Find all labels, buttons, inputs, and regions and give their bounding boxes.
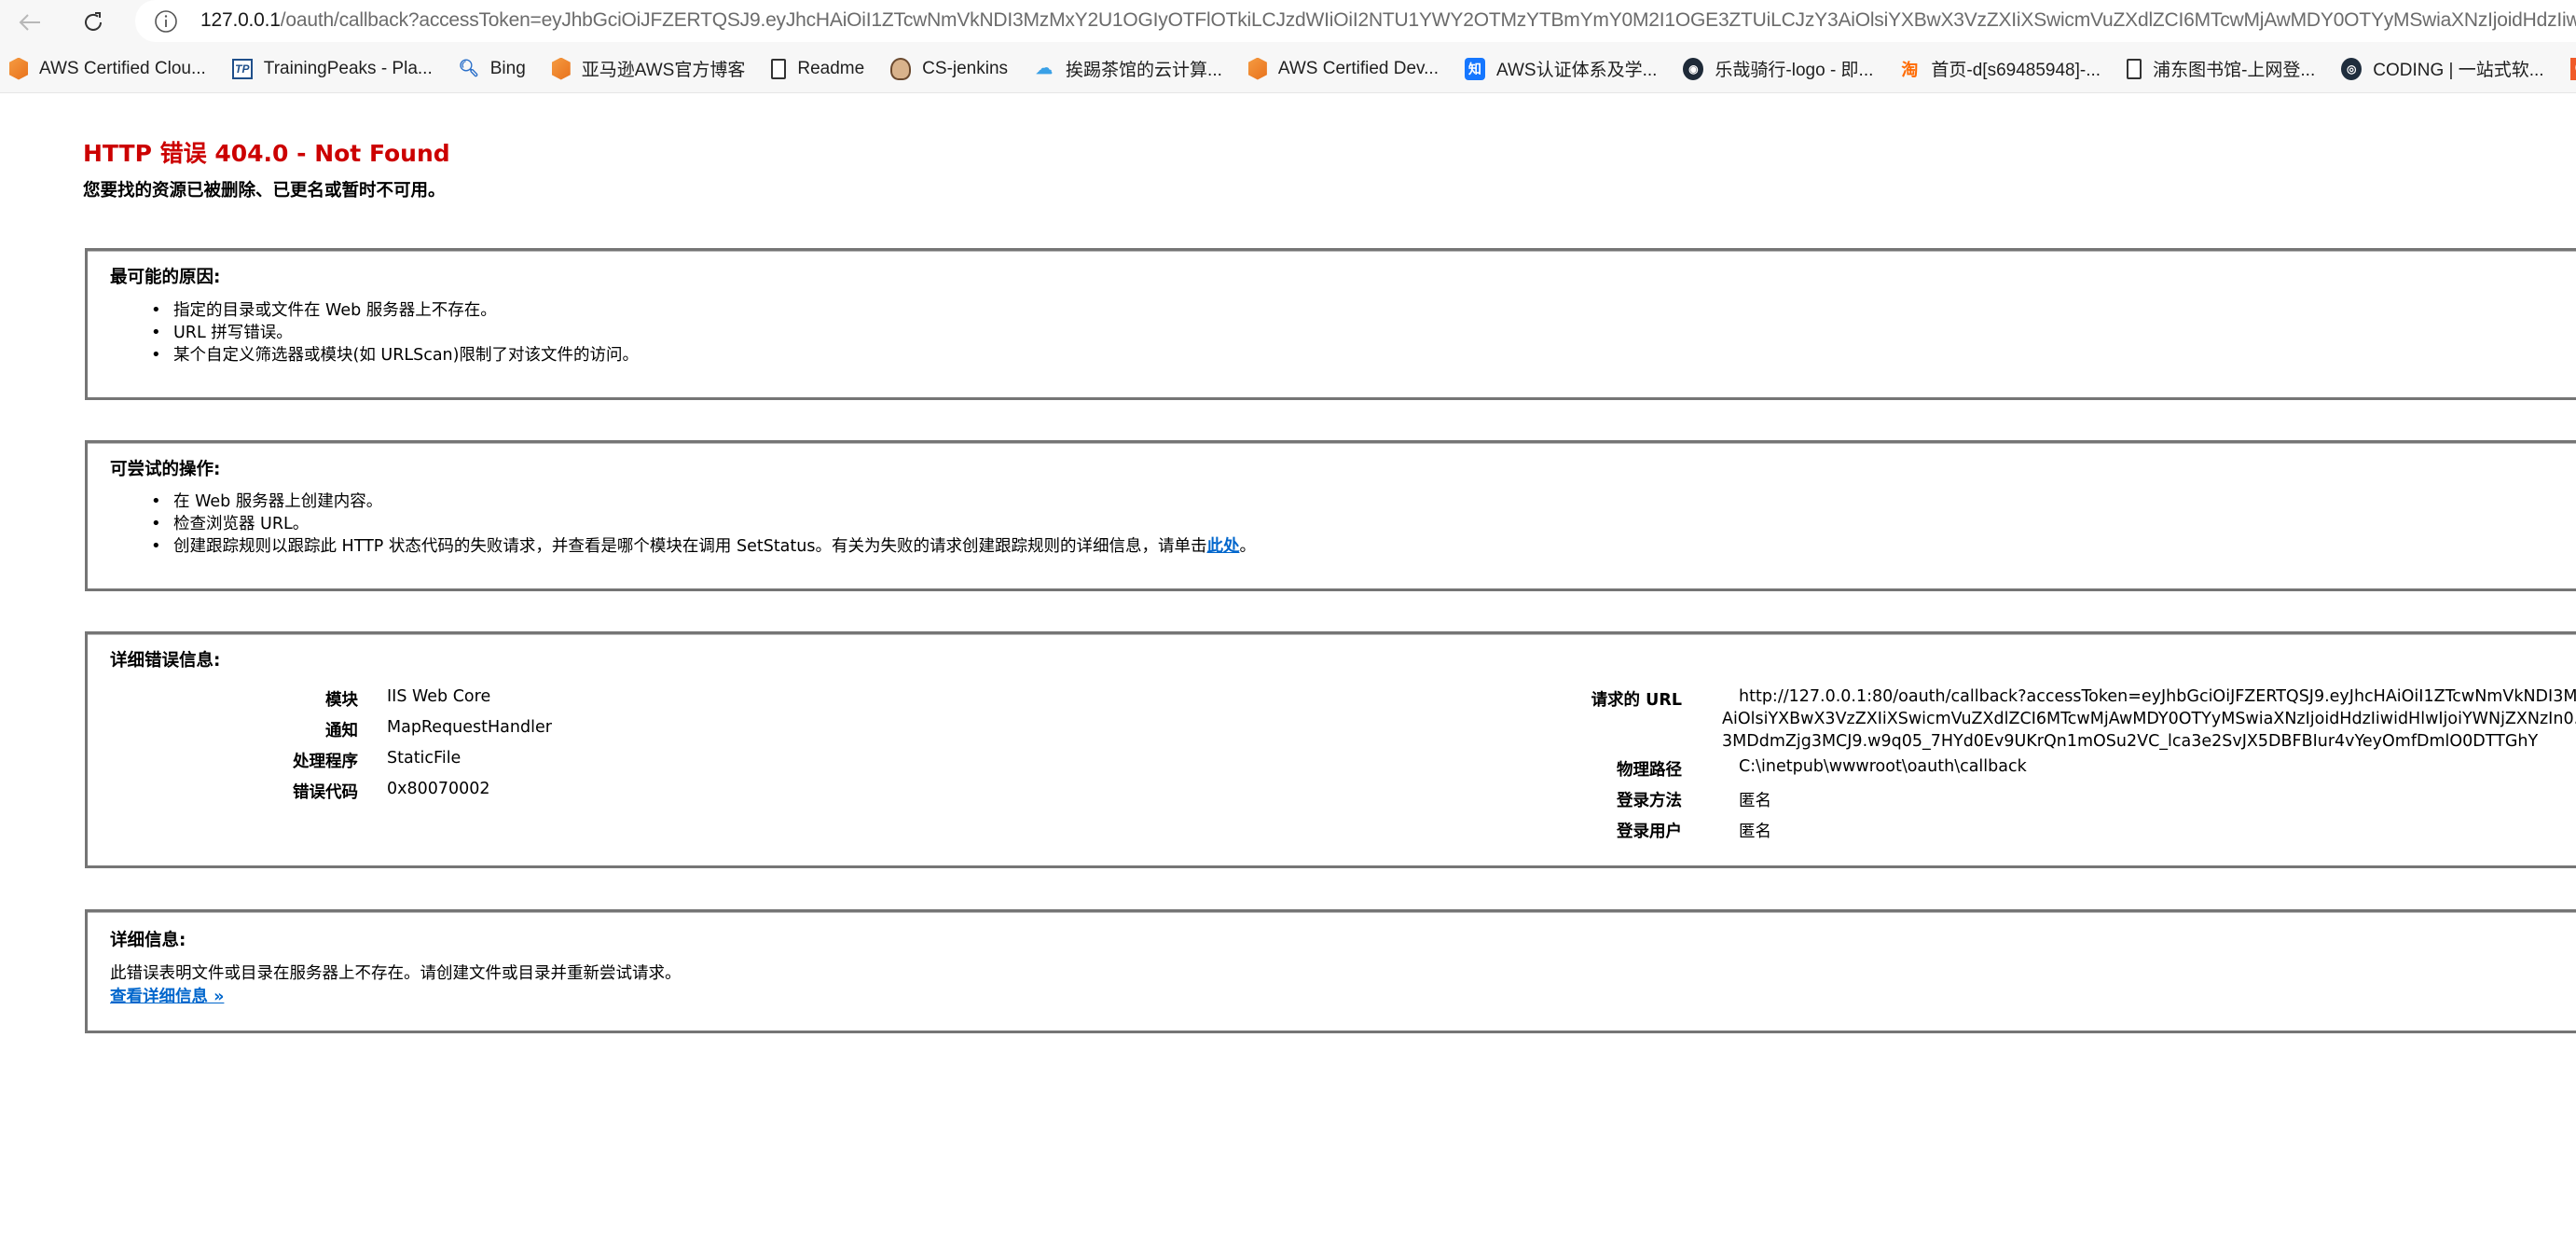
taobao-icon: 淘 bbox=[1901, 60, 1919, 79]
bookmark-cloud-teahouse[interactable]: ☁ 挨踢茶馆的云计算... bbox=[1034, 56, 1222, 81]
view-more-info-link[interactable]: 查看详细信息 » bbox=[110, 984, 224, 1007]
list-item: 某个自定义筛选器或模块(如 URLScan)限制了对该文件的访问。 bbox=[151, 344, 639, 367]
bookmark-label: 乐哉骑行-logo - 即... bbox=[1715, 61, 1874, 80]
actions-list: 在 Web 服务器上创建内容。 检查浏览器 URL。 创建跟踪规则以跟踪此 HT… bbox=[151, 491, 1256, 558]
bookmark-label: 亚马逊AWS官方博客 bbox=[581, 61, 746, 80]
list-item: 指定的目录或文件在 Web 服务器上不存在。 bbox=[151, 299, 639, 322]
back-button[interactable] bbox=[11, 4, 48, 41]
detail-label: 物理路径 bbox=[1617, 761, 1682, 780]
detail-label: 错误代码 bbox=[293, 783, 358, 802]
bing-search-icon: 🔍︎ bbox=[458, 59, 480, 77]
error-details-box: 详细错误信息: 模块 IIS Web Core 通知 MapRequestHan… bbox=[85, 631, 2576, 868]
detail-label: 登录方法 bbox=[1617, 792, 1682, 810]
detail-value: 匿名 bbox=[1739, 823, 1771, 841]
error-details-heading: 详细错误信息: bbox=[110, 651, 221, 671]
bookmark-cs-jenkins[interactable]: CS-jenkins bbox=[890, 57, 1009, 80]
bookmark-aws-blog[interactable]: 亚马逊AWS官方博客 bbox=[551, 56, 746, 81]
url-path: /oauth/callback?accessToken=eyJhbGciOiJF… bbox=[280, 9, 2576, 31]
more-info-text: 此错误表明文件或目录在服务器上不存在。请创建文件或目录并重新尝试请求。 bbox=[110, 964, 682, 983]
bookmark-pudong-library[interactable]: 浦东图书馆-上网登... bbox=[2127, 56, 2315, 81]
causes-heading: 最可能的原因: bbox=[110, 268, 221, 287]
bookmark-trainingpeaks[interactable]: TP TrainingPeaks - Pla... bbox=[231, 58, 433, 79]
detail-value: IIS Web Core bbox=[387, 687, 491, 706]
bookmark-label: 浦东图书馆-上网登... bbox=[2153, 61, 2316, 80]
bookmark-label: 挨踢茶馆的云计算... bbox=[1066, 61, 1222, 80]
bookmark-label: AWS Certified Clou... bbox=[39, 58, 206, 78]
reload-icon bbox=[85, 12, 102, 31]
detail-label: 请求的 URL bbox=[1591, 691, 1682, 710]
page-subtitle: 您要找的资源已被删除、已更名或暂时不可用。 bbox=[83, 181, 446, 201]
causes-list: 指定的目录或文件在 Web 服务器上不存在。 URL 拼写错误。 某个自定义筛选… bbox=[151, 299, 639, 367]
bookmark-aws-certified-dev[interactable]: AWS Certified Dev... bbox=[1247, 57, 1439, 80]
document-icon bbox=[771, 58, 787, 79]
bookmark-aws-cert-system[interactable]: 知 AWS认证体系及学... bbox=[1465, 56, 1657, 81]
bookmark-readme[interactable]: Readme bbox=[771, 58, 865, 79]
document-icon bbox=[2127, 58, 2142, 79]
detail-label: 通知 bbox=[325, 722, 358, 740]
bookmark-label: CODING | 一站式软... bbox=[2373, 61, 2544, 80]
url-text[interactable]: 127.0.0.1/oauth/callback?accessToken=eyJ… bbox=[200, 9, 2576, 32]
bookmark-taobao-home[interactable]: 淘首页-d[s69485948]-... bbox=[1899, 56, 2101, 81]
bookmark-label: Bing bbox=[489, 58, 526, 78]
page-title: HTTP 错误 404.0 - Not Found bbox=[83, 140, 450, 167]
bookmark-label: 首页-d[s69485948]-... bbox=[1931, 61, 2101, 80]
site-info-icon[interactable] bbox=[154, 9, 178, 34]
detail-value: StaticFile bbox=[387, 749, 461, 768]
bookmark-coding[interactable]: ◎ CODING | 一站式软... bbox=[2341, 56, 2544, 81]
detail-label: 处理程序 bbox=[293, 753, 358, 771]
list-item: 检查浏览器 URL。 bbox=[151, 513, 1256, 535]
detail-value: C:\inetpub\wwwroot\oauth\callback bbox=[1739, 757, 2027, 776]
more-info-box: 详细信息: 此错误表明文件或目录在服务器上不存在。请创建文件或目录并重新尝试请求… bbox=[85, 909, 2576, 1033]
trace-rule-end: 。 bbox=[1239, 537, 1256, 556]
trainingpeaks-icon: TP bbox=[231, 58, 253, 79]
csdn-icon: C bbox=[2569, 57, 2576, 80]
detail-value: 匿名 bbox=[1739, 792, 1771, 810]
bookmark-label: AWS Certified Dev... bbox=[1277, 58, 1439, 78]
cloud-icon: ☁ bbox=[1036, 59, 1054, 77]
aws-cube-icon bbox=[551, 57, 571, 80]
detail-value: 0x80070002 bbox=[387, 780, 490, 798]
causes-box: 最可能的原因: 指定的目录或文件在 Web 服务器上不存在。 URL 拼写错误。… bbox=[85, 248, 2576, 400]
more-info-heading: 详细信息: bbox=[110, 931, 186, 950]
jenkins-icon bbox=[890, 57, 912, 80]
address-bar[interactable]: 127.0.0.1/oauth/callback?accessToken=eyJ… bbox=[135, 0, 2576, 42]
lezai-icon: ◉ bbox=[1683, 57, 1704, 80]
actions-box: 可尝试的操作: 在 Web 服务器上创建内容。 检查浏览器 URL。 创建跟踪规… bbox=[85, 440, 2576, 591]
request-url-line: AiOlsiYXBwX3VzZXIiXSwicmVuZXdlZCI6MTcwMj… bbox=[1722, 710, 2576, 728]
actions-heading: 可尝试的操作: bbox=[110, 460, 221, 479]
bookmark-csdn-roc[interactable]: C十分钟搞懂Roc bbox=[2569, 56, 2576, 81]
detail-label: 登录用户 bbox=[1617, 823, 1682, 841]
bookmark-label: AWS认证体系及学... bbox=[1496, 61, 1658, 80]
request-url-line: http://127.0.0.1:80/oauth/callback?acces… bbox=[1739, 687, 2576, 706]
url-host: 127.0.0.1 bbox=[200, 9, 281, 31]
reload-button[interactable] bbox=[75, 4, 112, 41]
list-item: 创建跟踪规则以跟踪此 HTTP 状态代码的失败请求，并查看是哪个模块在调用 Se… bbox=[151, 535, 1256, 558]
trace-rule-link[interactable]: 此处 bbox=[1206, 537, 1239, 556]
bookmark-bing[interactable]: 🔍︎ Bing bbox=[458, 58, 526, 80]
bookmark-aws-certified-cloud[interactable]: AWS Certified Clou... bbox=[9, 57, 206, 80]
arrow-left-icon bbox=[19, 14, 40, 31]
request-url-line: 3MDdmZjg3MCJ9.w9q05_7HYd0Ev9UKrQn1mOSu2V… bbox=[1722, 732, 2539, 751]
detail-label: 模块 bbox=[325, 691, 358, 710]
bookmark-label: Readme bbox=[797, 58, 865, 78]
zhihu-icon: 知 bbox=[1465, 57, 1485, 80]
bookmarks-bar: AWS Certified Clou... TP TrainingPeaks - … bbox=[0, 45, 2576, 93]
request-url-value: http://127.0.0.1:80/oauth/callback?acces… bbox=[1722, 685, 2576, 753]
aws-cube-icon bbox=[1247, 57, 1267, 80]
list-item: 在 Web 服务器上创建内容。 bbox=[151, 491, 1256, 513]
coding-icon: ◎ bbox=[2341, 57, 2362, 80]
list-item: URL 拼写错误。 bbox=[151, 322, 639, 344]
browser-toolbar: 127.0.0.1/oauth/callback?accessToken=eyJ… bbox=[0, 0, 2576, 45]
bookmark-label: CS-jenkins bbox=[922, 58, 1009, 78]
bookmark-label: TrainingPeaks - Pla... bbox=[263, 58, 433, 78]
trace-rule-text: 创建跟踪规则以跟踪此 HTTP 状态代码的失败请求，并查看是哪个模块在调用 Se… bbox=[173, 537, 1207, 556]
bookmark-lezai-logo[interactable]: ◉ 乐哉骑行-logo - 即... bbox=[1683, 56, 1873, 81]
detail-value: MapRequestHandler bbox=[387, 718, 552, 737]
aws-cube-icon bbox=[9, 57, 28, 80]
